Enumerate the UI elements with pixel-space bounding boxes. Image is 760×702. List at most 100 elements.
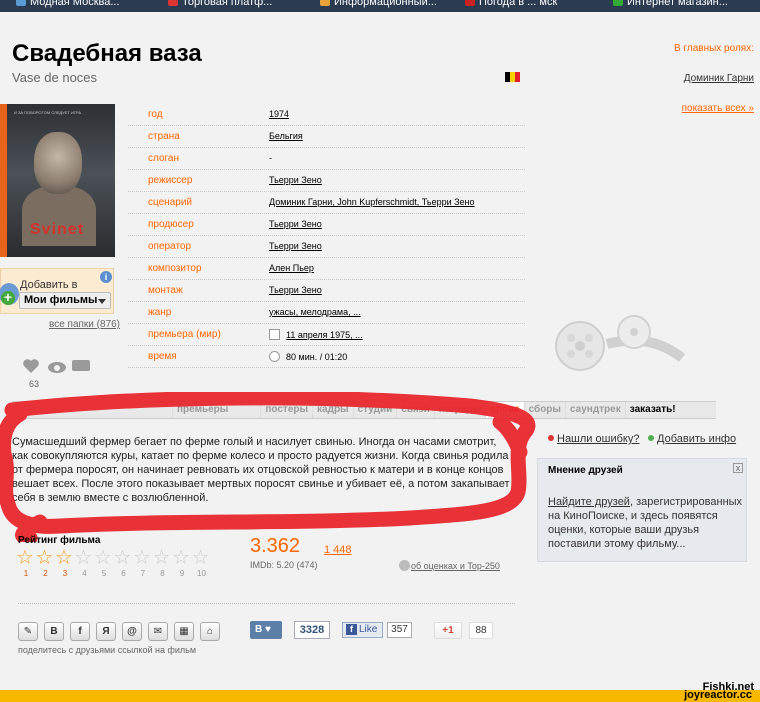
bookmark-item[interactable]: Погода в ... мск (465, 0, 557, 10)
info-key: время (148, 351, 177, 362)
facebook-like-button[interactable]: f Like (342, 622, 383, 638)
tab-frames[interactable]: кадры (312, 402, 353, 418)
tab-words[interactable]: слова (485, 402, 524, 418)
director-link[interactable]: Тьерри Зено (269, 175, 322, 185)
info-row-runtime: время 80 мин. / 01:20 (128, 346, 525, 368)
vk-like-button[interactable]: В ♥ (250, 621, 282, 639)
info-row-genre: жанр ужасы, мелодрама, ... (128, 302, 525, 324)
add-info-link[interactable]: Добавить инфо (648, 433, 736, 445)
rating-star[interactable]: ☆ (55, 548, 75, 568)
info-key: слоган (148, 153, 180, 164)
rating-heading: Рейтинг фильма (18, 535, 101, 546)
rating-star-number: 7 (140, 569, 146, 578)
info-icon[interactable]: i (100, 271, 112, 283)
rating-star-number: 3 (62, 569, 68, 578)
rating-star[interactable]: ☆ (114, 548, 134, 568)
qr-code-icon[interactable]: ▦ (174, 622, 194, 641)
report-error-link[interactable]: Нашли ошибку? (548, 433, 639, 445)
rating-star[interactable]: ☆ (133, 548, 153, 568)
find-friends-link[interactable]: Найдите друзей (548, 496, 630, 508)
tab-studios[interactable]: студии (352, 402, 397, 418)
info-key: оператор (148, 241, 192, 252)
writer-links[interactable]: Доминик Гарни, John Kupferschmidt, Тьерр… (269, 197, 475, 207)
yandex-icon[interactable]: Я (96, 622, 116, 641)
email-icon[interactable]: ✉ (148, 622, 168, 641)
bookmark-item[interactable]: Интернет магазин... (613, 0, 728, 10)
info-key: жанр (148, 307, 172, 318)
calendar-icon (269, 329, 280, 340)
info-row-writer: сценарий Доминик Гарни, John Kupferschmid… (128, 192, 525, 214)
rating-star[interactable]: ☆ (172, 548, 192, 568)
film-tabs: премьеры постеры кадры студии связи нагр… (12, 401, 716, 419)
tab-order[interactable]: заказать! (624, 402, 680, 418)
bookmark-icon (168, 0, 178, 6)
folder-select[interactable]: Мои фильмы (19, 292, 111, 309)
all-folders-link[interactable]: все папки (876) (49, 319, 120, 330)
film-poster[interactable]: И ЗА ПОВОРОТОМ СЛЕДУЕТ ИГРА Svinet (0, 104, 115, 257)
google-plus-count: 88 (469, 622, 493, 639)
tab-box-office[interactable]: сборы (523, 402, 565, 418)
film-reel-icon (555, 315, 686, 371)
vk-icon[interactable]: B (44, 622, 64, 641)
about-ratings-label: об оценках и Top-250 (411, 561, 500, 571)
rating-star[interactable]: ☆ (36, 548, 56, 568)
bookmark-icon (16, 0, 26, 6)
rating-score: 3.362 (250, 535, 301, 557)
add-user-icon: + (0, 283, 19, 305)
rating-star[interactable]: ☆ (94, 548, 114, 568)
info-key: композитор (148, 263, 202, 274)
eye-icon[interactable] (48, 362, 66, 373)
rating-votes-link[interactable]: 1 448 (324, 544, 352, 556)
mail-ru-icon[interactable]: @ (122, 622, 142, 641)
composer-link[interactable]: Ален Пьер (269, 263, 314, 273)
add-to-label: Добавить в (20, 279, 78, 291)
info-row-composer: композитор Ален Пьер (128, 258, 525, 280)
producer-link[interactable]: Тьерри Зено (269, 219, 322, 229)
country-link[interactable]: Бельгия (269, 131, 303, 141)
chevron-down-icon (98, 299, 106, 304)
friends-heading: Мнение друзей (548, 465, 623, 476)
facebook-icon: f (346, 624, 357, 635)
film-original-title: Vase de noces (12, 70, 98, 85)
tab-posters[interactable]: постеры (260, 402, 312, 418)
tab-soundtrack[interactable]: саундтрек (564, 402, 625, 418)
bookmark-item[interactable]: Модная Москва... (16, 0, 120, 10)
show-all-cast-link[interactable]: показать всех » (682, 103, 754, 114)
bookmark-icon (320, 0, 330, 6)
actor-link[interactable]: Доминик Гарни (684, 73, 754, 84)
bookmark-item[interactable]: Информационный... (320, 0, 437, 10)
rating-star-number: 8 (160, 569, 165, 578)
rating-star[interactable]: ☆ (153, 548, 173, 568)
tab-links[interactable]: связи (396, 402, 434, 418)
operator-link[interactable]: Тьерри Зено (269, 241, 322, 251)
rating-star[interactable]: ☆ (192, 548, 212, 568)
slogan-value: - (269, 153, 272, 163)
info-row-operator: оператор Тьерри Зено (128, 236, 525, 258)
rating-star-number: 1 (23, 569, 29, 578)
heart-icon[interactable] (22, 358, 40, 374)
about-ratings-link[interactable]: об оценках и Top-250 (399, 560, 500, 571)
google-plus-button[interactable]: +1 (434, 622, 462, 639)
editing-link[interactable]: Тьерри Зено (269, 285, 322, 295)
add-info-label: Добавить инфо (657, 433, 737, 445)
genre-links[interactable]: ужасы, мелодрама, ... (269, 307, 361, 317)
tab-premieres[interactable]: премьеры (172, 402, 232, 418)
friends-opinion-box: Мнение друзей x Найдите друзей, зарегист… (537, 458, 747, 562)
facebook-icon[interactable]: f (70, 622, 90, 641)
rating-star[interactable]: ☆ (16, 548, 36, 568)
rating-star-number: 9 (179, 569, 185, 578)
rating-star[interactable]: ☆ (75, 548, 95, 568)
home-icon[interactable]: ⌂ (200, 622, 220, 641)
vk-like-count: 3328 (294, 621, 330, 639)
bookmarks-bar: Модная Москва... Торговая платф... Инфор… (0, 0, 760, 12)
info-key: продюсер (148, 219, 194, 230)
close-icon[interactable]: x (733, 463, 743, 473)
comment-icon[interactable] (72, 360, 90, 371)
year-link[interactable]: 1974 (269, 109, 289, 119)
favorites-count: 63 (29, 379, 40, 389)
watermark-joyreactor: joyreactor.cc (684, 689, 752, 701)
premiere-link[interactable]: 11 апреля 1975, ... (286, 330, 363, 340)
bookmark-item[interactable]: Торговая платф... (168, 0, 272, 10)
tab-awards[interactable]: награды (433, 402, 485, 418)
edit-icon[interactable]: ✎ (18, 622, 38, 641)
